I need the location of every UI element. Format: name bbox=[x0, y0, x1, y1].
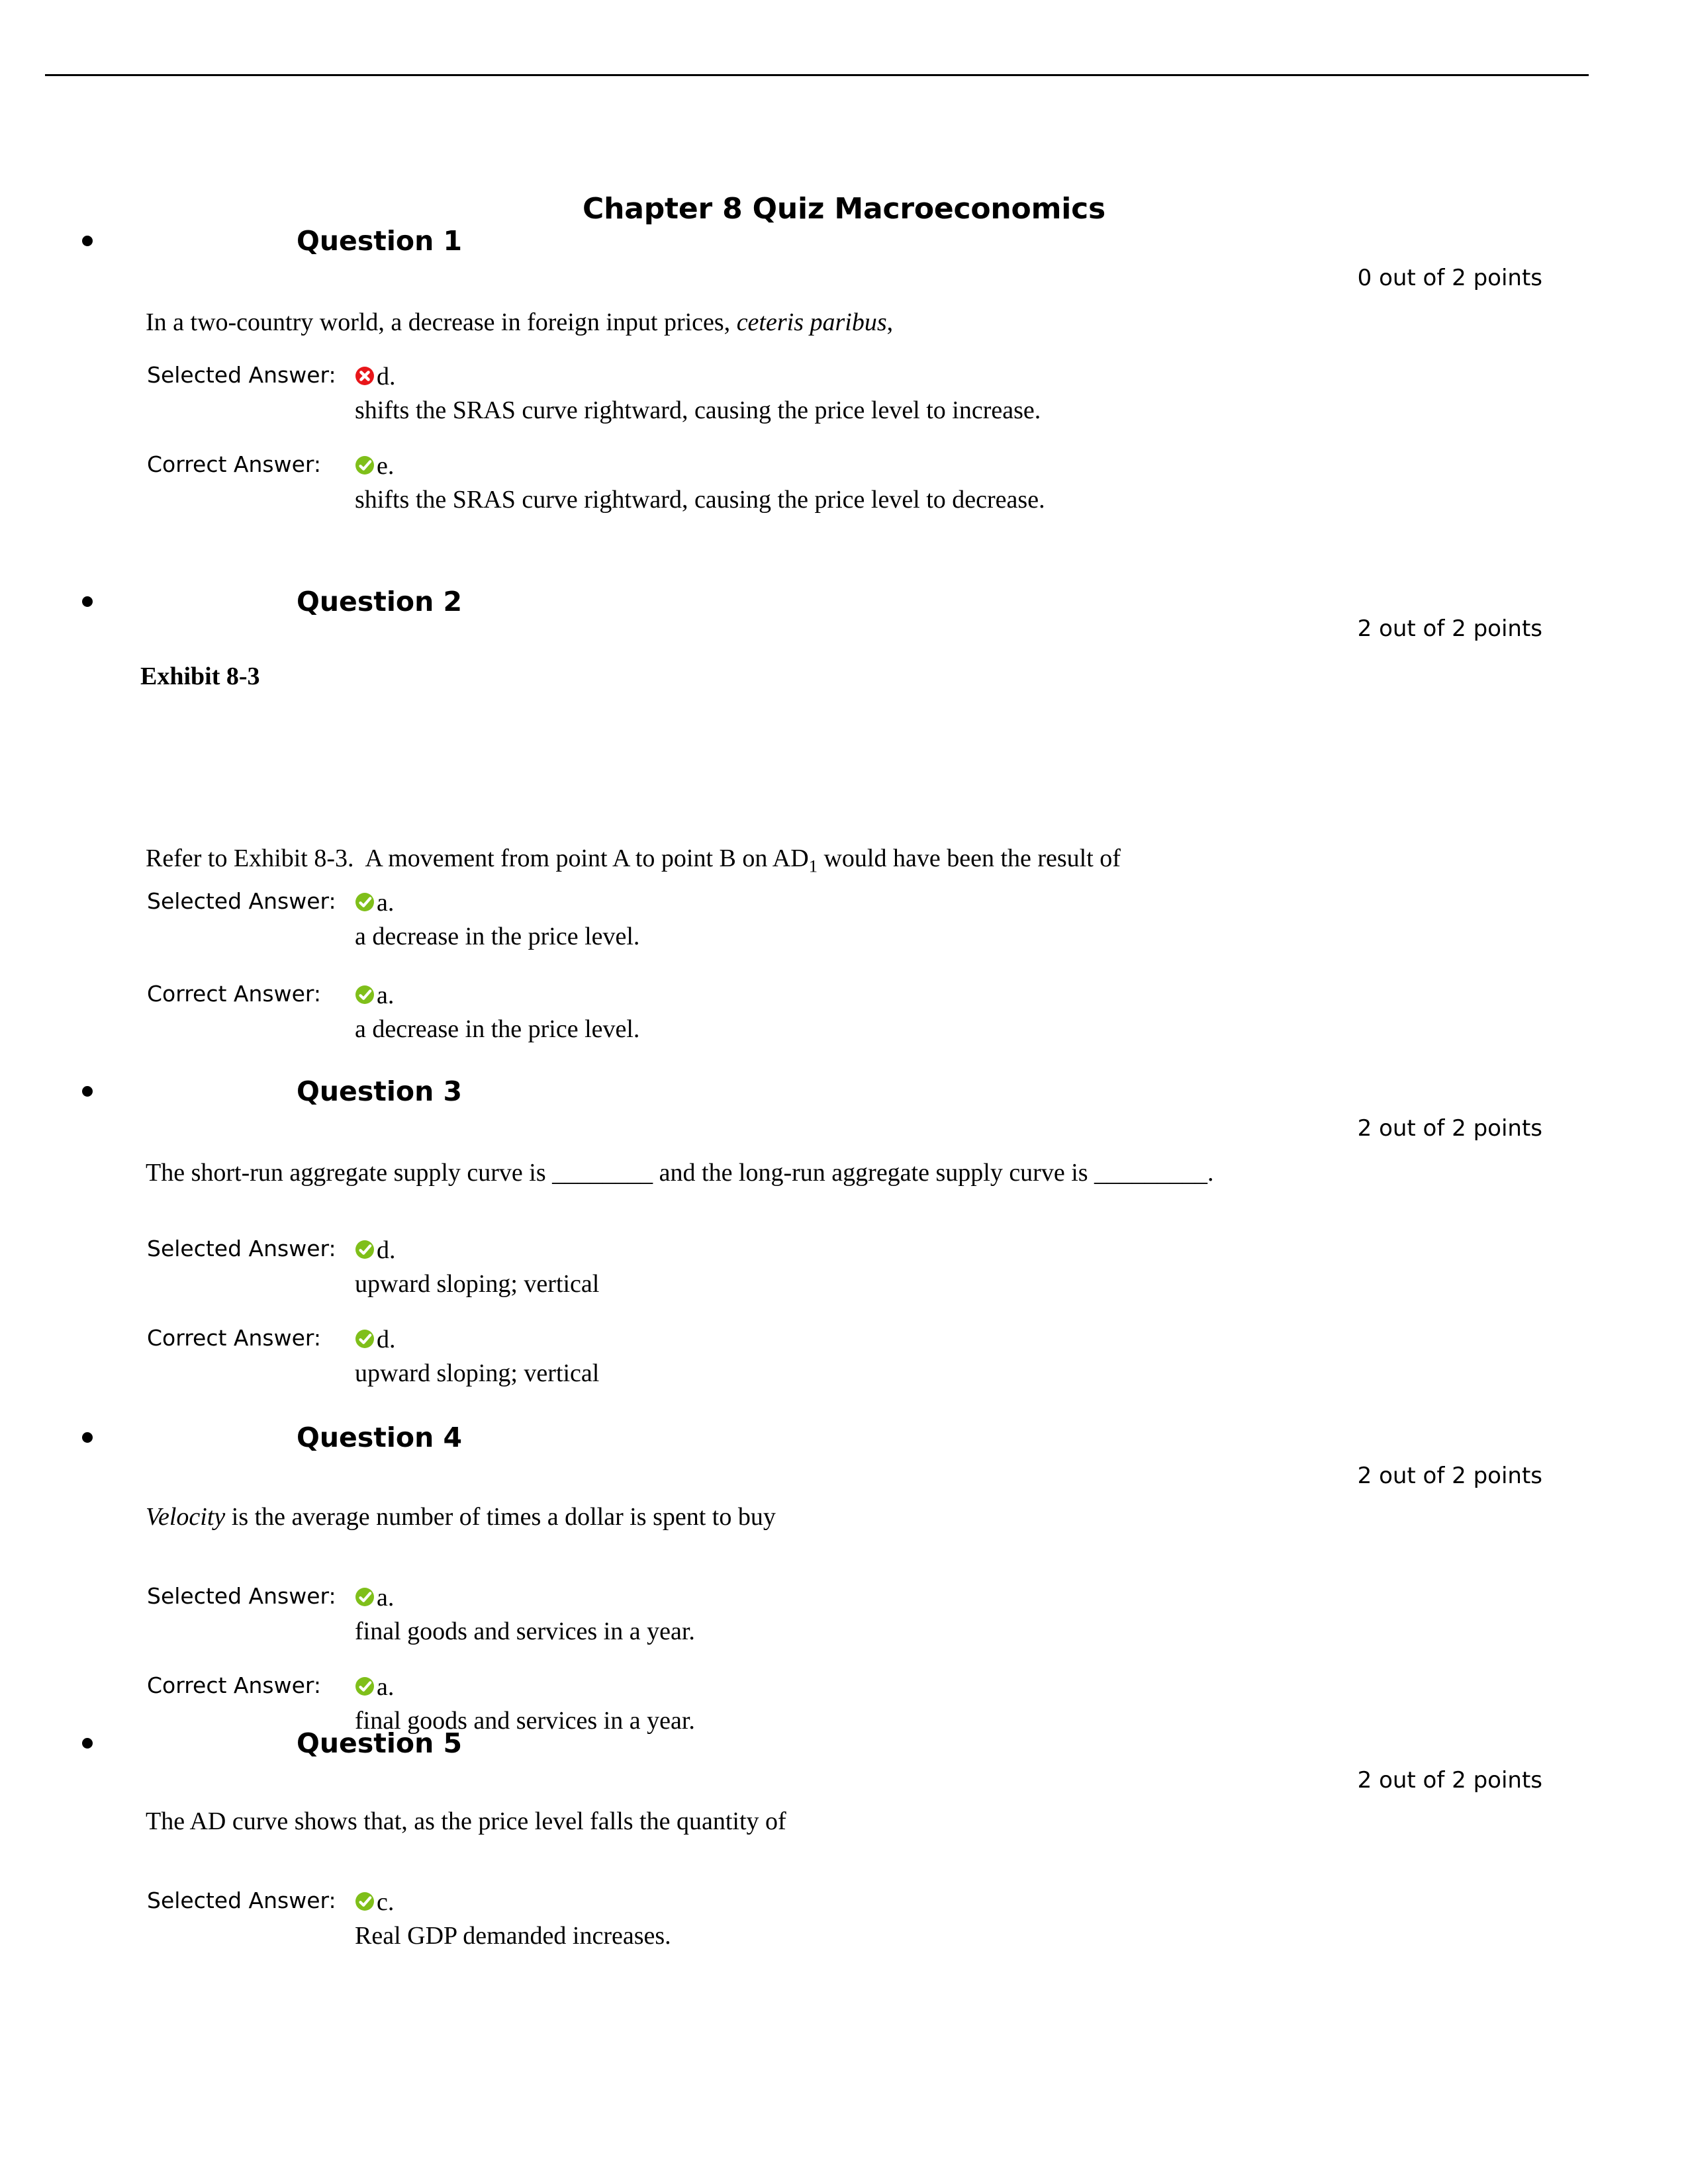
exhibit-label: Exhibit 8-3 bbox=[140, 662, 260, 690]
question-heading: Question 1 bbox=[297, 225, 463, 257]
question-stem: Refer to Exhibit 8-3. A movement from po… bbox=[146, 844, 1121, 876]
answer-letter: d. bbox=[377, 1236, 396, 1264]
page-title: Chapter 8 Quiz Macroeconomics bbox=[583, 192, 1105, 226]
bullet-icon bbox=[82, 1086, 93, 1097]
red-x-circle-icon bbox=[355, 366, 376, 387]
green-check-circle-icon bbox=[355, 985, 376, 1006]
answer-letter: a. bbox=[377, 1673, 395, 1701]
answer-letter: c. bbox=[377, 1888, 395, 1916]
green-check-circle-icon bbox=[355, 455, 376, 477]
bullet-icon bbox=[82, 1432, 93, 1443]
answer-body: d. upward sloping; vertical bbox=[355, 1234, 1440, 1302]
answer-body: a. final goods and services in a year. bbox=[355, 1582, 1440, 1649]
correct-answer-label: Correct Answer: bbox=[147, 1672, 322, 1698]
question-points: 2 out of 2 points bbox=[1357, 1463, 1542, 1489]
correct-answer-label: Correct Answer: bbox=[147, 451, 322, 477]
answer-body: d. shifts the SRAS curve rightward, causi… bbox=[355, 361, 1440, 428]
question-heading: Question 5 bbox=[297, 1727, 463, 1759]
answer-letter-line: a. bbox=[355, 887, 1440, 919]
answer-text: final goods and services in a year. bbox=[355, 1617, 695, 1645]
green-check-circle-icon bbox=[355, 1329, 376, 1350]
question-heading: Question 2 bbox=[297, 586, 463, 617]
selected-answer-label: Selected Answer: bbox=[147, 888, 336, 914]
answer-letter: a. bbox=[377, 1584, 395, 1612]
answer-text: upward sloping; vertical bbox=[355, 1359, 600, 1387]
answer-body: d. upward sloping; vertical bbox=[355, 1324, 1440, 1391]
question-stem: Velocity is the average number of times … bbox=[146, 1503, 776, 1531]
answer-letter-line: d. bbox=[355, 1324, 1440, 1355]
answer-text: a decrease in the price level. bbox=[355, 923, 640, 950]
question-points: 2 out of 2 points bbox=[1357, 615, 1542, 642]
answer-text: shifts the SRAS curve rightward, causing… bbox=[355, 396, 1041, 424]
answer-text: shifts the SRAS curve rightward, causing… bbox=[355, 486, 1045, 514]
exhibit-image-placeholder bbox=[140, 702, 935, 841]
question-stem: The short-run aggregate supply curve is … bbox=[146, 1159, 1214, 1187]
answer-body: a. a decrease in the price level. bbox=[355, 887, 1440, 954]
answer-letter: a. bbox=[377, 889, 395, 917]
green-check-circle-icon bbox=[355, 1676, 376, 1698]
answer-body: e. shifts the SRAS curve rightward, causi… bbox=[355, 450, 1440, 518]
question-stem: The AD curve shows that, as the price le… bbox=[146, 1807, 786, 1835]
selected-answer-label: Selected Answer: bbox=[147, 362, 336, 388]
selected-answer-label: Selected Answer: bbox=[147, 1888, 336, 1913]
answer-letter: a. bbox=[377, 981, 395, 1009]
question-stem: In a two-country world, a decrease in fo… bbox=[146, 308, 894, 336]
question-heading: Question 4 bbox=[297, 1422, 463, 1453]
answer-letter-line: a. bbox=[355, 979, 1440, 1011]
answer-letter-line: a. bbox=[355, 1671, 1440, 1703]
answer-text: final goods and services in a year. bbox=[355, 1707, 695, 1735]
answer-letter-line: e. bbox=[355, 450, 1440, 482]
answer-body: a. final goods and services in a year. bbox=[355, 1671, 1440, 1739]
selected-answer-label: Selected Answer: bbox=[147, 1583, 336, 1609]
selected-answer-label: Selected Answer: bbox=[147, 1236, 336, 1261]
answer-letter-line: a. bbox=[355, 1582, 1440, 1614]
green-check-circle-icon bbox=[355, 1891, 376, 1913]
bullet-icon bbox=[82, 236, 93, 246]
green-check-circle-icon bbox=[355, 892, 376, 913]
answer-letter: d. bbox=[377, 1326, 396, 1353]
correct-answer-label: Correct Answer: bbox=[147, 1325, 322, 1351]
answer-letter: d. bbox=[377, 363, 396, 390]
bullet-icon bbox=[82, 1738, 93, 1749]
answer-letter-line: d. bbox=[355, 1234, 1440, 1266]
correct-answer-label: Correct Answer: bbox=[147, 981, 322, 1007]
answer-body: a. a decrease in the price level. bbox=[355, 979, 1440, 1047]
bullet-icon bbox=[82, 596, 93, 607]
answer-text: Real GDP demanded increases. bbox=[355, 1922, 671, 1950]
answer-letter: e. bbox=[377, 452, 395, 480]
answer-letter-line: c. bbox=[355, 1886, 1440, 1918]
header-divider bbox=[45, 74, 1589, 76]
answer-text: upward sloping; vertical bbox=[355, 1270, 600, 1298]
question-points: 2 out of 2 points bbox=[1357, 1767, 1542, 1794]
question-points: 0 out of 2 points bbox=[1357, 265, 1542, 291]
green-check-circle-icon bbox=[355, 1240, 376, 1261]
question-heading: Question 3 bbox=[297, 1075, 463, 1107]
answer-body: c. Real GDP demanded increases. bbox=[355, 1886, 1440, 1954]
quiz-results-page: Chapter 8 Quiz Macroeconomics Question 1… bbox=[0, 0, 1688, 2184]
answer-text: a decrease in the price level. bbox=[355, 1015, 640, 1043]
answer-letter-line: d. bbox=[355, 361, 1440, 392]
green-check-circle-icon bbox=[355, 1587, 376, 1608]
question-points: 2 out of 2 points bbox=[1357, 1115, 1542, 1142]
